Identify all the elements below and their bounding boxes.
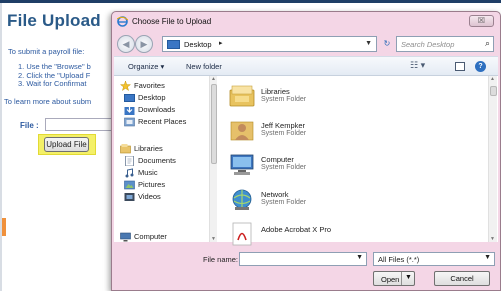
search-placeholder: Search Desktop: [401, 40, 455, 49]
intro-text: To submit a payroll file:: [8, 47, 85, 56]
file-type: System Folder: [261, 96, 307, 103]
file-label: File :: [20, 121, 39, 130]
address-dropdown-icon[interactable]: ▼: [365, 40, 372, 47]
back-arrow-icon: ◀: [122, 39, 130, 49]
nav-recent-places[interactable]: Recent Places: [138, 117, 186, 126]
preview-pane-icon[interactable]: [455, 62, 465, 71]
file-name: Adobe Acrobat X Pro: [261, 225, 332, 234]
breadcrumb-arrow-icon[interactable]: ▸: [219, 39, 223, 47]
open-options-dropdown-icon[interactable]: ▼: [405, 274, 412, 281]
file-type: System Folder: [261, 130, 307, 137]
file-type-value: All Files (*.*): [378, 255, 420, 264]
address-location[interactable]: Desktop: [184, 40, 212, 49]
file-type: System Folder: [261, 199, 307, 206]
dialog-titlebar[interactable]: Choose File to Upload ☒: [112, 12, 500, 32]
chevron-down-icon[interactable]: ▼: [356, 254, 363, 261]
music-icon: [125, 168, 134, 178]
close-icon: ☒: [477, 16, 486, 25]
nav-pane-scrollbar[interactable]: ▲ ▼: [209, 76, 217, 242]
file-name-label: File name:: [203, 255, 239, 264]
nav-desktop[interactable]: Desktop: [138, 93, 166, 102]
computer-icon: [120, 232, 131, 242]
search-input[interactable]: Search Desktop ⌕: [396, 36, 494, 52]
scroll-up-icon[interactable]: ▲: [211, 76, 216, 82]
navigation-pane: Favorites Desktop Downloads Recent Place…: [114, 76, 207, 242]
new-folder-button[interactable]: New folder: [186, 62, 222, 71]
file-name-input[interactable]: ▼: [239, 252, 367, 266]
nav-favorites[interactable]: Favorites: [134, 81, 165, 90]
decorative-orange-strip: [2, 218, 6, 236]
dialog-content: Favorites Desktop Downloads Recent Place…: [114, 76, 498, 246]
upload-file-button[interactable]: Upload File: [44, 137, 89, 152]
search-icon[interactable]: ⌕: [485, 38, 490, 49]
split-divider: [401, 272, 402, 285]
close-button[interactable]: ☒: [469, 15, 494, 27]
cancel-button[interactable]: Cancel: [434, 271, 490, 286]
desktop-icon: [167, 40, 180, 49]
file-type-select[interactable]: All Files (*.*) ▼: [373, 252, 495, 266]
desktop-icon: [124, 94, 135, 102]
chevron-down-icon[interactable]: ▼: [484, 254, 491, 261]
dialog-footer: File name: ▼ All Files (*.*) ▼ Open ▼ Ca…: [114, 242, 498, 290]
library-folder-icon: [229, 85, 255, 107]
recent-places-icon: [124, 117, 135, 127]
file-list-scrollbar[interactable]: ▲ ▼: [488, 76, 497, 242]
back-button[interactable]: ◀: [117, 35, 135, 53]
internet-explorer-icon: [117, 16, 128, 27]
downloads-icon: [124, 106, 135, 115]
help-icon[interactable]: ?: [475, 61, 486, 72]
nav-documents[interactable]: Documents: [138, 156, 176, 165]
pictures-icon: [124, 180, 135, 190]
address-bar[interactable]: Desktop ▸ ▼: [162, 36, 377, 52]
file-type: System Folder: [261, 164, 307, 171]
page-left-border: [0, 3, 2, 291]
instruction-steps: 1. Use the "Browse" b 2. Click the "Uplo…: [18, 62, 91, 89]
organize-menu[interactable]: Organize ▾: [128, 62, 164, 71]
instruction-step: 3. Wait for Confirmat: [18, 79, 87, 88]
choose-file-dialog: Choose File to Upload ☒ ◀ ▶ Desktop ▸ ▼ …: [111, 11, 501, 291]
open-button-label: Open: [381, 275, 400, 284]
documents-icon: [125, 156, 134, 166]
page: File Upload To submit a payroll file: 1.…: [0, 0, 501, 291]
network-icon: [232, 189, 252, 210]
file-list: Libraries System Folder Jeff Kempker Sys…: [229, 76, 487, 246]
page-top-bar: [0, 0, 501, 3]
user-folder-icon: [230, 121, 254, 141]
refresh-button[interactable]: ↻: [380, 36, 394, 52]
libraries-icon: [120, 144, 131, 154]
nav-libraries[interactable]: Libraries: [134, 144, 163, 153]
file-name: Computer: [261, 155, 294, 164]
file-name: Jeff Kempker: [261, 121, 306, 130]
scrollbar-thumb[interactable]: [211, 84, 217, 164]
learn-more-text: To learn more about subm: [4, 97, 92, 106]
change-view-icon[interactable]: ☷ ▾: [410, 60, 425, 71]
file-name: Network: [261, 190, 289, 199]
forward-button[interactable]: ▶: [135, 35, 153, 53]
file-name: Libraries: [261, 87, 290, 96]
page-title: File Upload: [7, 11, 101, 30]
scroll-up-icon[interactable]: ▲: [490, 76, 495, 82]
nav-downloads[interactable]: Downloads: [138, 105, 175, 114]
star-icon: [120, 81, 131, 91]
dialog-title: Choose File to Upload: [132, 17, 212, 26]
nav-videos[interactable]: Videos: [138, 192, 161, 201]
refresh-icon: ↻: [383, 39, 391, 48]
forward-arrow-icon: ▶: [140, 39, 148, 49]
nav-computer[interactable]: Computer: [134, 232, 167, 241]
computer-icon: [230, 154, 254, 175]
dialog-navbar: ◀ ▶ Desktop ▸ ▼ ↻ Search Desktop ⌕: [112, 32, 500, 56]
dialog-toolbar: Organize ▾ New folder ☷ ▾ ?: [114, 56, 498, 76]
nav-music[interactable]: Music: [138, 168, 158, 177]
scrollbar-thumb[interactable]: [490, 86, 497, 96]
open-button[interactable]: Open ▼: [373, 271, 415, 286]
nav-pictures[interactable]: Pictures: [138, 180, 165, 189]
videos-icon: [124, 193, 135, 201]
